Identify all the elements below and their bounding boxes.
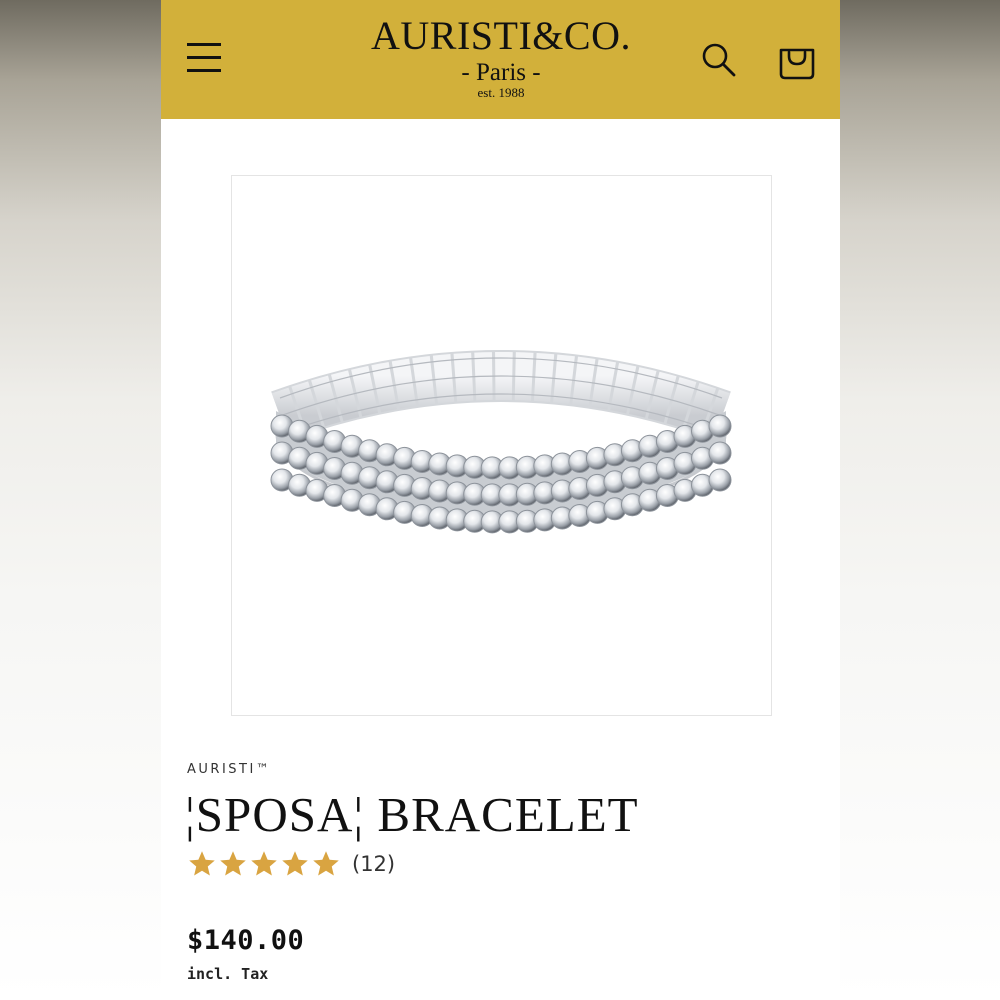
- rating-stars: [187, 849, 342, 879]
- product-rating[interactable]: (12): [187, 849, 395, 879]
- product-title: ¦SPOSA¦ BRACELET: [185, 787, 639, 842]
- logo-name: AURISTI&CO.: [371, 13, 631, 58]
- product-brand: AURISTI™: [187, 762, 272, 777]
- search-icon: [702, 43, 736, 77]
- bracelet-image: [270, 350, 732, 534]
- star-icon: [220, 851, 246, 876]
- gem: [708, 414, 732, 438]
- search-button[interactable]: [699, 40, 739, 80]
- cart-button[interactable]: [776, 38, 818, 82]
- tax-note: incl. Tax: [187, 965, 269, 983]
- menu-button[interactable]: [185, 40, 223, 76]
- bracelet-gems: [270, 414, 732, 534]
- gem: [708, 468, 732, 492]
- rating-count: (12): [352, 852, 396, 876]
- star-icon: [251, 851, 277, 876]
- product-price: $140.00: [187, 925, 305, 956]
- star-icon: [313, 851, 339, 876]
- logo-established: est. 1988: [477, 85, 525, 100]
- gem: [708, 441, 732, 465]
- right-background: [840, 0, 1000, 1000]
- product-image-frame[interactable]: [231, 175, 772, 716]
- logo-city: - Paris -: [461, 59, 541, 86]
- star-icon: [282, 851, 308, 876]
- star-icon: [189, 851, 215, 876]
- product-page: AURISTI&CO. - Paris - est. 1988 AURISTI™…: [161, 0, 840, 1000]
- brand-logo[interactable]: AURISTI&CO. - Paris - est. 1988: [321, 14, 681, 100]
- left-background: [0, 0, 161, 1000]
- cart-icon: [779, 48, 815, 80]
- site-header: AURISTI&CO. - Paris - est. 1988: [161, 0, 840, 119]
